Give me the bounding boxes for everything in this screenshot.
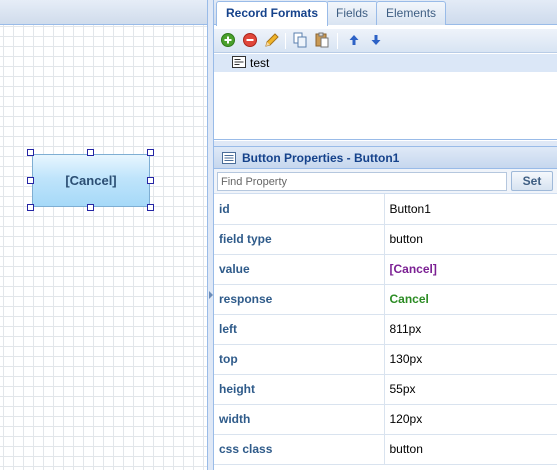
resize-handle-s[interactable]: [87, 204, 94, 211]
tree-item-test[interactable]: test: [214, 54, 557, 72]
property-key: height: [214, 374, 385, 405]
property-value[interactable]: 55px: [384, 374, 557, 405]
resize-handle-n[interactable]: [87, 149, 94, 156]
find-property-bar: Set: [214, 169, 557, 194]
resize-handle-ne[interactable]: [147, 149, 154, 156]
property-value[interactable]: Cancel: [384, 284, 557, 315]
property-value[interactable]: Button1: [384, 194, 557, 225]
record-format-tree: test: [214, 53, 557, 140]
add-icon: [221, 32, 235, 50]
move-up-icon: [348, 34, 360, 49]
property-key: id: [214, 194, 385, 225]
move-down-button[interactable]: [367, 32, 385, 50]
property-value[interactable]: button: [384, 224, 557, 255]
resize-handle-nw[interactable]: [27, 149, 34, 156]
paste-icon: [314, 32, 330, 51]
property-key: css class: [214, 434, 385, 465]
tab-record-formats[interactable]: Record Formats: [216, 1, 329, 26]
property-grid: id Button1 field type button value [Canc…: [214, 194, 557, 465]
property-key: left: [214, 314, 385, 345]
property-value[interactable]: 130px: [384, 344, 557, 375]
find-property-input[interactable]: [217, 172, 507, 191]
tab-elements[interactable]: Elements: [376, 1, 447, 25]
table-row[interactable]: id Button1: [214, 194, 557, 225]
property-value[interactable]: 120px: [384, 404, 557, 435]
table-row[interactable]: value [Cancel]: [214, 254, 557, 285]
properties-icon: [222, 151, 236, 164]
property-key: width: [214, 404, 385, 435]
table-row[interactable]: height 55px: [214, 374, 557, 405]
remove-icon: [243, 32, 257, 50]
table-row[interactable]: top 130px: [214, 344, 557, 375]
property-key: response: [214, 284, 385, 315]
property-value[interactable]: [Cancel]: [384, 254, 557, 285]
tab-strip: Record Formats Fields Elements: [214, 0, 557, 26]
table-row[interactable]: width 120px: [214, 404, 557, 435]
move-up-button[interactable]: [345, 32, 363, 50]
tab-label: Record Formats: [226, 6, 319, 20]
table-row[interactable]: css class button: [214, 434, 557, 465]
design-button-cancel[interactable]: [Cancel]: [32, 154, 150, 207]
edit-pencil-icon: [264, 32, 280, 51]
table-row[interactable]: left 811px: [214, 314, 557, 345]
move-down-icon: [370, 34, 382, 49]
tab-fields[interactable]: Fields: [326, 1, 379, 25]
record-format-icon: [232, 55, 246, 71]
paste-button[interactable]: [313, 32, 331, 50]
add-button[interactable]: [219, 32, 237, 50]
tab-label: Fields: [336, 6, 369, 20]
resize-handle-w[interactable]: [27, 177, 34, 184]
resize-handle-sw[interactable]: [27, 204, 34, 211]
design-button-label: [Cancel]: [65, 173, 117, 188]
table-row[interactable]: response Cancel: [214, 284, 557, 315]
design-canvas[interactable]: [Cancel]: [0, 0, 207, 470]
canvas-header: [0, 0, 207, 25]
properties-title: Button Properties - Button1: [242, 150, 400, 165]
tree-item-label: test: [250, 56, 270, 70]
resize-handle-se[interactable]: [147, 204, 154, 211]
remove-button[interactable]: [241, 32, 259, 50]
tab-label: Elements: [386, 6, 437, 20]
property-key: value: [214, 254, 385, 285]
collapse-arrow-icon[interactable]: [209, 291, 213, 299]
edit-button[interactable]: [263, 32, 281, 50]
property-value[interactable]: button: [384, 434, 557, 465]
toolbar-separator: [285, 33, 286, 49]
copy-icon: [292, 32, 308, 51]
panel-splitter[interactable]: [207, 0, 214, 470]
toolbar-separator: [337, 33, 338, 49]
property-key: field type: [214, 224, 385, 255]
record-toolbar: [214, 29, 557, 53]
table-row[interactable]: field type button: [214, 224, 557, 255]
set-button[interactable]: Set: [511, 171, 553, 191]
right-panel: Record Formats Fields Elements test Butt…: [214, 0, 557, 470]
property-value[interactable]: 811px: [384, 314, 557, 345]
property-key: top: [214, 344, 385, 375]
copy-button[interactable]: [291, 32, 309, 50]
properties-header: Button Properties - Button1: [214, 146, 557, 169]
resize-handle-e[interactable]: [147, 177, 154, 184]
